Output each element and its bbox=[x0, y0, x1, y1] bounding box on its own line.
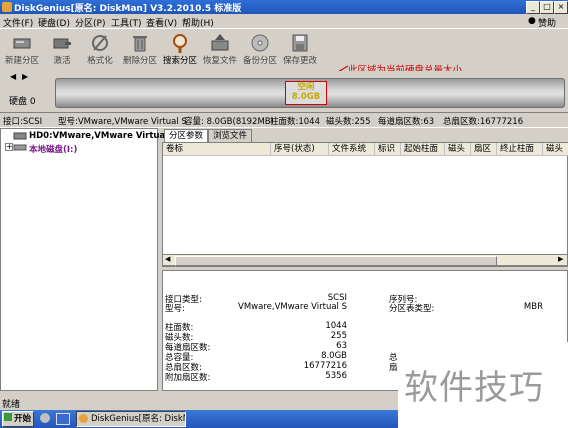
disk-next-arrow-icon[interactable]: ▶ bbox=[22, 72, 28, 81]
detail-model-label: 型号: bbox=[165, 304, 185, 314]
info-capacity: 容量: 8.0GB(8192MB) bbox=[184, 117, 274, 127]
detail-partition-table-type-value: MBR bbox=[523, 302, 543, 312]
format-icon bbox=[92, 35, 108, 51]
format-label: 格式化 bbox=[87, 56, 113, 66]
col-header-start-head[interactable]: 磁头 bbox=[445, 143, 471, 156]
new-partition-icon bbox=[13, 38, 31, 49]
detail-spt-value: 63 bbox=[336, 341, 347, 351]
delete-partition-label: 删除分区 bbox=[122, 56, 157, 66]
free-space-label: 空闲 bbox=[297, 82, 315, 92]
backup-partition-label: 备份分区 bbox=[242, 56, 277, 66]
info-total-sectors: 总扇区数:16777216 bbox=[443, 117, 524, 127]
activate-icon bbox=[53, 38, 71, 49]
backup-partition-button[interactable]: 备份分区 bbox=[240, 31, 280, 69]
col-header-flag[interactable]: 标识 bbox=[375, 143, 401, 156]
horizontal-scrollbar[interactable]: ◀ ▶ bbox=[162, 254, 568, 266]
recover-files-icon bbox=[211, 34, 229, 51]
info-sectors-per-track: 每道扇区数:63 bbox=[378, 117, 435, 127]
watermark-text: 软件技巧 bbox=[404, 368, 544, 408]
title-bar: DiskGenius[原名: DiskMan] V3.2.2010.5 标准版 … bbox=[0, 0, 568, 14]
delete-partition-button[interactable]: 删除分区 bbox=[120, 31, 160, 69]
close-button[interactable]: × bbox=[554, 1, 568, 14]
new-partition-button[interactable]: 新建分区 bbox=[2, 31, 42, 69]
backup-disc-icon bbox=[251, 34, 269, 52]
toolbar: 新建分区 激活 格式化 删除分区 搜索分区 恢复文件 备份分区 保存更改 bbox=[0, 28, 568, 72]
col-header-start-sector[interactable]: 扇区 bbox=[471, 143, 497, 156]
save-changes-label: 保存更改 bbox=[282, 56, 317, 66]
help-icon[interactable]: ● bbox=[528, 16, 536, 26]
info-cylinders: 柱面数:1044 bbox=[270, 117, 320, 127]
menu-bar: 文件(F) 硬盘(D) 分区(P) 工具(T) 查看(V) 帮助(H) ● 赞助 bbox=[0, 14, 568, 29]
tab-browse-files[interactable]: 浏览文件 bbox=[208, 129, 253, 143]
info-model: 型号:VMware,VMware Virtual S bbox=[58, 117, 187, 127]
col-header-start-cylinder[interactable]: 起始柱面 bbox=[401, 143, 445, 156]
tree-disk-node[interactable]: HD0:VMware,VMware Virtual bbox=[29, 131, 168, 141]
activate-button[interactable]: 激活 bbox=[42, 31, 82, 69]
recover-files-button[interactable]: 恢复文件 bbox=[200, 31, 240, 69]
info-heads: 磁头数:255 bbox=[326, 117, 371, 127]
disk-prev-arrow-icon[interactable]: ◀ bbox=[10, 72, 16, 81]
trash-icon bbox=[133, 36, 147, 52]
minimize-button[interactable]: _ bbox=[526, 1, 540, 14]
partition-table: 卷标 序号(状态) 文件系统 标识 起始柱面 磁头 扇区 终止柱面 磁头 bbox=[162, 142, 568, 267]
col-header-end-head[interactable]: 磁头 bbox=[543, 143, 568, 156]
scroll-left-icon[interactable]: ◀ bbox=[165, 255, 170, 263]
detail-total-sectors-value: 16777216 bbox=[303, 361, 347, 371]
detail-extra-sectors-value: 5356 bbox=[325, 371, 347, 381]
tree-expand-icon[interactable]: + bbox=[5, 143, 13, 151]
maximize-button[interactable]: □ bbox=[540, 1, 554, 14]
save-icon bbox=[292, 34, 308, 52]
free-space-block[interactable]: 空闲 8.0GB bbox=[285, 81, 327, 105]
format-button[interactable]: 格式化 bbox=[80, 31, 120, 69]
new-partition-label: 新建分区 bbox=[4, 56, 39, 66]
window-title: DiskGenius[原名: DiskMan] V3.2.2010.5 标准版 bbox=[14, 4, 242, 14]
disk-tree: + HD0:VMware,VMware Virtual 本地磁盘(I:) bbox=[0, 128, 168, 391]
free-space-size: 8.0GB bbox=[291, 92, 321, 102]
windows-logo-icon bbox=[4, 413, 12, 421]
detail-capacity-value: 8.0GB bbox=[321, 351, 347, 361]
recover-files-label: 恢复文件 bbox=[202, 56, 237, 66]
detail-extra-sectors-label: 附加扇区数: bbox=[165, 373, 211, 383]
save-changes-button[interactable]: 保存更改 bbox=[280, 31, 320, 69]
col-header-label[interactable]: 卷标 bbox=[163, 143, 271, 156]
col-header-index[interactable]: 序号(状态) bbox=[271, 143, 329, 156]
search-partition-button[interactable]: 搜索分区 bbox=[160, 31, 200, 69]
detail-model-value: VMware,VMware Virtual S bbox=[238, 302, 347, 312]
disk-label: 硬盘 0 bbox=[9, 97, 36, 107]
status-text: 就绪 bbox=[2, 400, 21, 410]
quicklaunch-ie-icon[interactable] bbox=[40, 413, 50, 423]
disk-info-line: 接口:SCSI 型号:VMware,VMware Virtual S 容量: 8… bbox=[0, 112, 568, 128]
taskbar-item-diskgenius[interactable]: DiskGenius[原名: DiskMan... bbox=[76, 411, 186, 427]
scroll-right-icon[interactable]: ▶ bbox=[558, 255, 563, 263]
local-disk-icon bbox=[13, 144, 27, 151]
activate-label: 激活 bbox=[53, 56, 71, 66]
detail-cylinders-value: 1044 bbox=[325, 321, 347, 331]
app-icon bbox=[2, 2, 12, 12]
taskbar-app-icon bbox=[79, 414, 88, 423]
search-partition-label: 搜索分区 bbox=[162, 56, 197, 66]
tab-partition-params[interactable]: 分区参数 bbox=[164, 129, 209, 143]
search-icon bbox=[173, 34, 187, 53]
quicklaunch-desktop-icon[interactable] bbox=[56, 413, 70, 425]
col-header-end-cylinder[interactable]: 终止柱面 bbox=[497, 143, 543, 156]
scroll-thumb[interactable] bbox=[175, 256, 497, 266]
detail-heads-value: 255 bbox=[330, 331, 347, 341]
hard-disk-icon bbox=[13, 132, 27, 140]
detail-partition-table-type-label: 分区表类型: bbox=[389, 304, 435, 314]
info-interface: 接口:SCSI bbox=[3, 117, 43, 127]
col-header-filesystem[interactable]: 文件系统 bbox=[329, 143, 375, 156]
tree-local-disk-node[interactable]: 本地磁盘(I:) bbox=[29, 143, 77, 155]
